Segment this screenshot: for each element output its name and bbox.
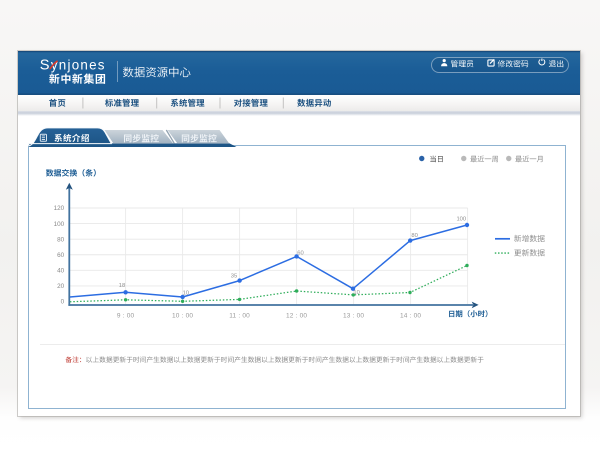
svg-text:40: 40 <box>57 268 65 275</box>
svg-text:100: 100 <box>456 217 466 223</box>
svg-text:20: 20 <box>57 283 65 290</box>
svg-text:10: 10 <box>353 290 359 296</box>
svg-text:80: 80 <box>57 236 65 243</box>
svg-text:60: 60 <box>297 251 303 257</box>
svg-text:100: 100 <box>54 221 65 228</box>
svg-text:0: 0 <box>61 299 65 306</box>
svg-text:14 : 00: 14 : 00 <box>400 313 421 320</box>
svg-text:9 : 00: 9 : 00 <box>117 313 135 320</box>
svg-text:120: 120 <box>54 205 65 212</box>
svg-text:Synjones: Synjones <box>40 57 106 73</box>
svg-text:11 : 00: 11 : 00 <box>229 313 250 320</box>
svg-text:60: 60 <box>57 252 65 259</box>
svg-text:13 : 00: 13 : 00 <box>343 313 364 320</box>
svg-text:18: 18 <box>119 283 125 289</box>
svg-text:12 : 00: 12 : 00 <box>286 313 307 320</box>
svg-text:35: 35 <box>231 273 237 279</box>
svg-text:80: 80 <box>411 233 417 239</box>
svg-text:10: 10 <box>183 291 189 297</box>
svg-text:10 : 00: 10 : 00 <box>172 313 193 320</box>
